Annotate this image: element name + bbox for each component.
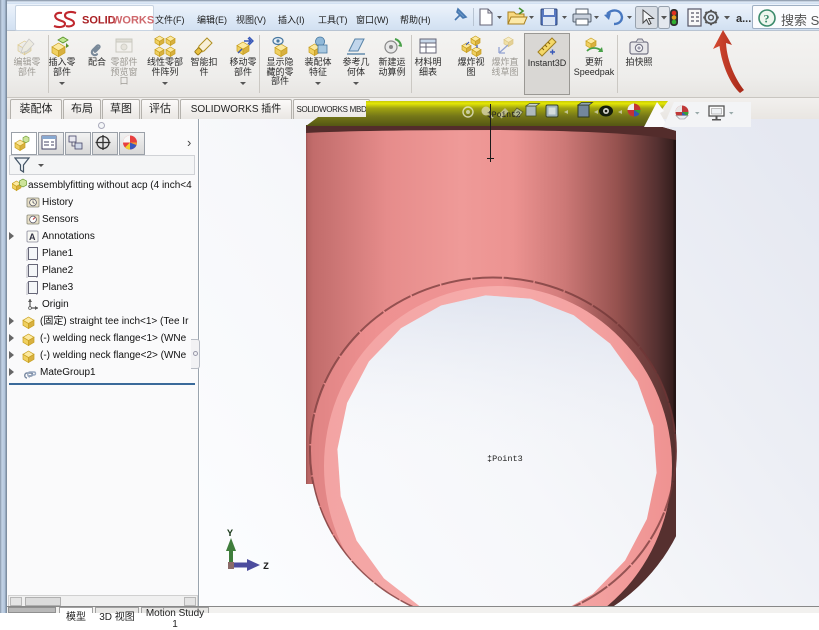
svg-text:A: A [29,232,36,242]
svg-text:Z: Z [263,562,269,573]
svg-text:Y: Y [227,529,233,540]
svg-text:WORKS: WORKS [112,15,154,27]
svg-text:SOLID: SOLID [82,15,116,27]
svg-text:?: ? [764,12,770,26]
